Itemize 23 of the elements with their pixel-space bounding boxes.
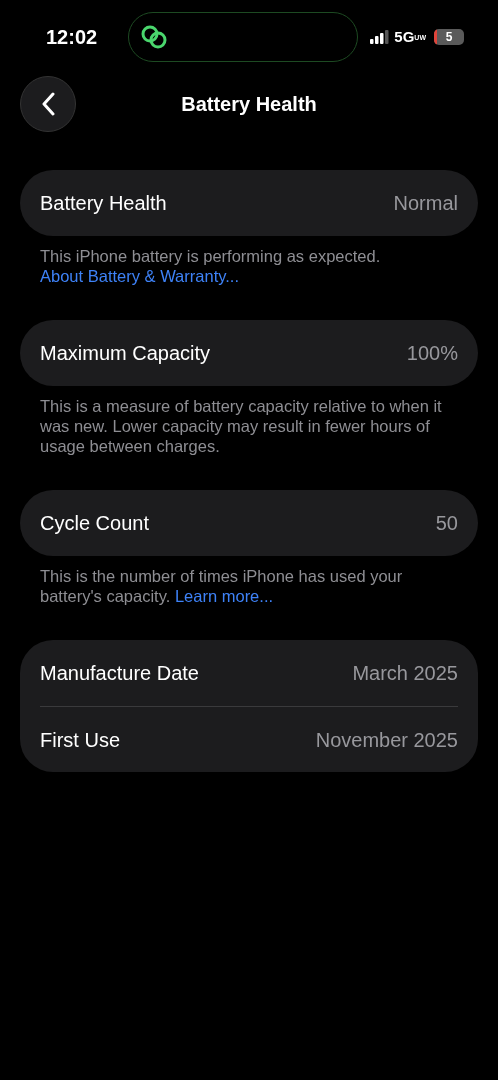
- footer-note: This is the number of times iPhone has used your battery's capacity. Learn more...: [39, 566, 404, 606]
- row-label: First Use: [40, 727, 120, 753]
- back-button[interactable]: [20, 76, 76, 132]
- network-type: 5G: [394, 26, 415, 47]
- page-title: Battery Health: [180, 92, 318, 117]
- row-label: Manufacture Date: [40, 661, 199, 686]
- signal-icon: [370, 30, 391, 44]
- footer-note: This is a measure of battery capacity relative to when it was new. Lower capacity may result in fewer hours of usage between charges.: [39, 396, 443, 456]
- back-chevron-icon: [41, 92, 55, 116]
- row-label: Battery Health: [40, 191, 167, 216]
- battery-percent: 5: [445, 29, 453, 45]
- info-link[interactable]: Learn more...: [174, 587, 274, 605]
- row-value: March 2025: [352, 661, 458, 686]
- link-icon: [139, 24, 169, 50]
- row-value: November 2025: [315, 727, 458, 753]
- row-value: Normal: [393, 191, 458, 216]
- row-label: Cycle Count: [40, 511, 149, 536]
- clock-time: 12:02: [46, 25, 99, 50]
- row-value: 100%: [406, 341, 458, 366]
- footer-note: This iPhone battery is performing as expected. About Battery & Warranty...: [39, 246, 382, 286]
- info-link[interactable]: About Battery & Warranty...: [40, 267, 239, 285]
- row-value: 50: [435, 511, 458, 536]
- row-label: Maximum Capacity: [40, 341, 211, 366]
